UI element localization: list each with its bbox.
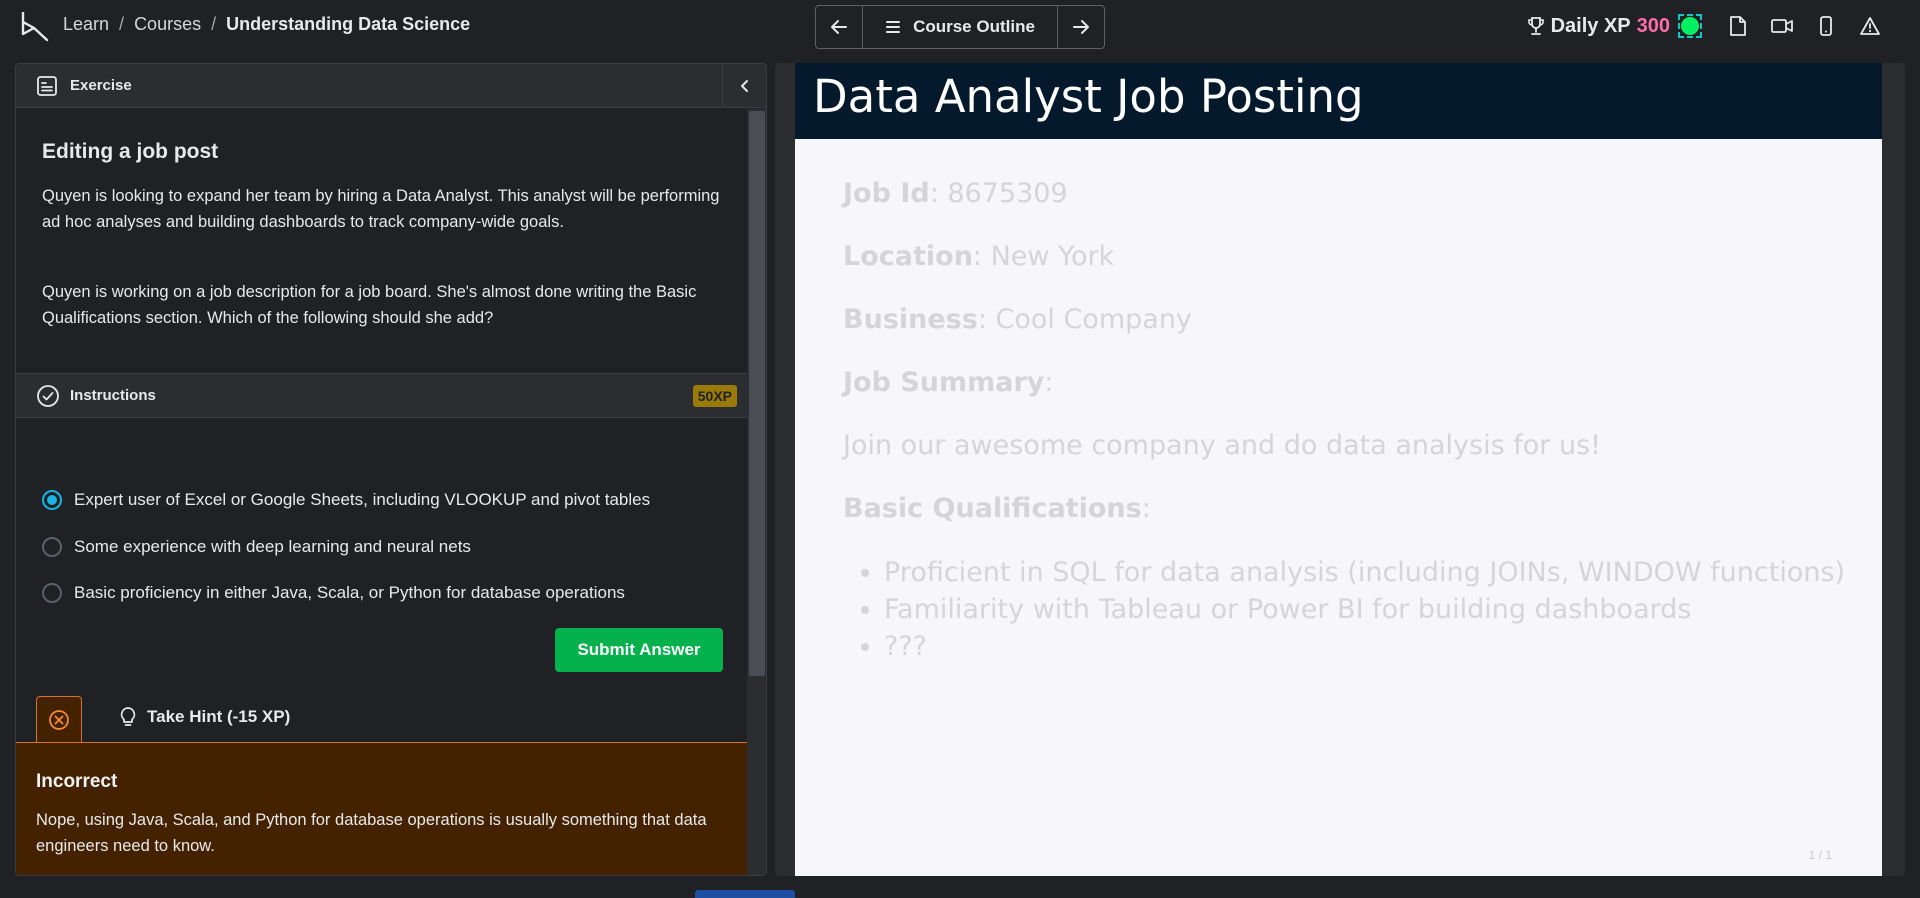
course-outline-button[interactable]: Course Outline <box>862 6 1058 48</box>
video-camera-icon <box>1771 19 1793 33</box>
radio-button-selected[interactable] <box>42 490 62 510</box>
radio-button[interactable] <box>42 537 62 557</box>
answer-option-1[interactable]: Expert user of Excel or Google Sheets, i… <box>42 490 650 510</box>
progress-indicator[interactable] <box>1678 14 1702 38</box>
business-field: Business: Cool Company <box>843 304 1192 335</box>
breadcrumb-separator: / <box>211 14 217 34</box>
field-key: Job Summary <box>843 367 1045 398</box>
daily-xp[interactable]: Daily XP 300 <box>1527 15 1670 38</box>
location-field: Location: New York <box>843 241 1114 272</box>
slides-button[interactable] <box>1716 12 1760 40</box>
take-hint-label: Take Hint (-15 XP) <box>147 707 291 726</box>
trophy-icon <box>1527 17 1544 35</box>
menu-icon <box>886 21 901 33</box>
field-value: : <box>1141 493 1151 524</box>
submit-answer-button[interactable]: Submit Answer <box>555 628 723 672</box>
scrollbar-thumb[interactable] <box>749 111 765 676</box>
check-circle-icon <box>37 384 59 407</box>
scrollbar[interactable] <box>747 109 766 875</box>
daily-xp-value: 300 <box>1636 14 1670 37</box>
slide-title: Data Analyst Job Posting <box>813 70 1364 123</box>
breadcrumb-courses[interactable]: Courses <box>134 14 201 35</box>
header-tools: Daily XP 300 <box>1527 12 1892 40</box>
arrow-left-icon <box>831 20 847 34</box>
answer-option-label: Expert user of Excel or Google Sheets, i… <box>74 490 651 509</box>
previous-exercise-button[interactable] <box>816 6 862 48</box>
list-item: ??? <box>884 628 1845 665</box>
daily-xp-label: Daily XP <box>1550 14 1631 37</box>
course-outline-label: Course Outline <box>913 17 1035 36</box>
tab-incorrect-feedback[interactable] <box>36 696 82 742</box>
slide-viewer: Data Analyst Job Posting Job Id: 8675309… <box>795 63 1882 876</box>
field-key: Job Id <box>843 178 930 209</box>
mobile-phone-icon <box>1820 16 1832 36</box>
report-issue-button[interactable] <box>1848 12 1892 40</box>
video-button[interactable] <box>1760 12 1804 40</box>
basic-qualifications-heading: Basic Qualifications: <box>843 493 1151 524</box>
chevron-left-icon <box>740 80 748 92</box>
breadcrumb-course-title[interactable]: Understanding Data Science <box>226 14 470 35</box>
answer-option-3[interactable]: Basic proficiency in either Java, Scala,… <box>42 583 625 603</box>
take-hint-button[interactable]: Take Hint (-15 XP) <box>119 706 290 728</box>
page-indicator: 1 / 1 <box>1808 848 1832 862</box>
answer-option-2[interactable]: Some experience with deep learning and n… <box>42 537 471 557</box>
field-value: : New York <box>972 241 1115 272</box>
feedback-tabs: Take Hint (-15 XP) <box>16 696 747 742</box>
warning-icon <box>1860 17 1880 35</box>
qualifications-list: Proficient in SQL for data analysis (inc… <box>884 554 1845 665</box>
slide-header: Data Analyst Job Posting <box>795 63 1882 139</box>
xp-badge: 50XP <box>692 385 737 407</box>
document-icon <box>1730 16 1746 36</box>
exercise-paragraph-1: Quyen is looking to expand her team by h… <box>42 187 720 231</box>
exercise-panel: Exercise Editing a job post Quyen is loo… <box>15 63 767 876</box>
lightbulb-icon <box>120 707 136 726</box>
status-dot-icon <box>1681 17 1699 35</box>
field-key: Business <box>843 304 978 335</box>
breadcrumb-learn[interactable]: Learn <box>63 14 109 35</box>
datacamp-logo-icon[interactable] <box>20 10 50 42</box>
mobile-button[interactable] <box>1804 12 1848 40</box>
breadcrumb-separator: / <box>119 14 125 34</box>
field-value: : 8675309 <box>929 178 1068 209</box>
job-summary-field: Job Summary: <box>843 367 1054 398</box>
field-key: Location <box>843 241 973 272</box>
answer-option-label: Some experience with deep learning and n… <box>74 537 471 556</box>
instructions-header: Instructions 50XP <box>16 373 747 418</box>
field-value: : <box>1044 367 1054 398</box>
instructions-label: Instructions <box>70 387 156 404</box>
bottom-tab-indicator[interactable] <box>695 890 795 898</box>
list-item: Proficient in SQL for data analysis (inc… <box>884 554 1845 591</box>
job-id-field: Job Id: 8675309 <box>843 178 1068 209</box>
exercise-title: Editing a job post <box>42 140 219 163</box>
feedback-title: Incorrect <box>36 771 118 792</box>
field-value: : Cool Company <box>977 304 1192 335</box>
collapse-panel-button[interactable] <box>722 64 766 108</box>
arrow-right-icon <box>1073 20 1089 34</box>
radio-button[interactable] <box>42 583 62 603</box>
feedback-panel: Incorrect Nope, using Java, Scala, and P… <box>16 742 747 875</box>
close-circle-icon <box>49 709 69 730</box>
exercise-header: Exercise <box>16 64 766 108</box>
course-navigation: Course Outline <box>815 5 1105 49</box>
answer-option-label: Basic proficiency in either Java, Scala,… <box>74 583 625 602</box>
exercise-header-label: Exercise <box>70 77 132 94</box>
exercise-paragraph-2: Quyen is working on a job description fo… <box>42 283 697 327</box>
list-item: Familiarity with Tableau or Power BI for… <box>884 591 1845 628</box>
feedback-text: Nope, using Java, Scala, and Python for … <box>36 811 707 855</box>
top-bar: Learn / Courses / Understanding Data Sci… <box>0 0 1920 52</box>
field-key: Basic Qualifications <box>843 493 1142 524</box>
next-exercise-button[interactable] <box>1058 6 1104 48</box>
job-summary-text: Join our awesome company and do data ana… <box>843 430 1601 461</box>
exercise-icon <box>37 75 57 96</box>
breadcrumb: Learn / Courses / Understanding Data Sci… <box>63 14 470 35</box>
